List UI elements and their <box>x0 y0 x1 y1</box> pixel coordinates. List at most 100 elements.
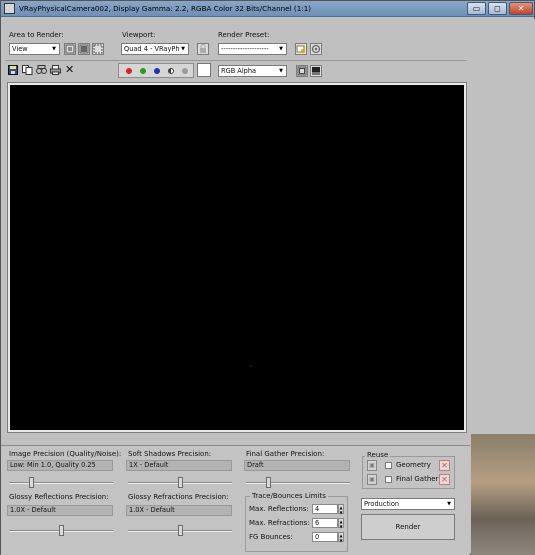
max-refractions-spinner[interactable]: 6 ▲ ▼ <box>312 518 344 529</box>
clear-image-button[interactable]: ✕ <box>65 63 75 76</box>
max-refractions-value: 6 <box>315 519 320 527</box>
chevron-down-icon: ▼ <box>447 501 451 507</box>
slider-thumb[interactable] <box>266 477 271 488</box>
area-to-render-dropdown[interactable]: View ▼ <box>9 43 60 55</box>
reuse-group: Reuse ▣ Geometry ✕ ▣ Final Gather ✕ <box>362 451 455 489</box>
auto-region-button[interactable] <box>78 43 90 55</box>
final-gather-reuse-label: Final Gather <box>396 475 439 483</box>
window-title: VRayPhysicalCamera002, Display Gamma: 2.… <box>19 4 312 13</box>
glossy-reflections-slider[interactable] <box>9 525 113 537</box>
spinner-arrows-icon[interactable]: ▲ ▼ <box>338 504 344 515</box>
fg-bounces-value: 0 <box>315 533 320 541</box>
area-to-render-label: Area to Render: <box>9 31 64 39</box>
reuse-title: Reuse <box>365 451 391 459</box>
overlay-icon <box>297 66 307 76</box>
spinner-arrows-icon[interactable]: ▲ ▼ <box>338 532 344 543</box>
lock-icon: ▣ <box>369 462 375 469</box>
auto-region-icon <box>79 44 89 54</box>
minimize-button[interactable]: ▭ <box>467 2 486 15</box>
area-to-render-value: View <box>12 45 28 53</box>
slider-track <box>9 482 113 484</box>
fg-bounces-spinner[interactable]: 0 ▲ ▼ <box>312 532 344 543</box>
render-setup-icon <box>296 45 305 53</box>
monochrome-toggle[interactable] <box>182 68 188 74</box>
render-button[interactable]: Render <box>361 514 455 540</box>
green-channel-toggle[interactable] <box>140 68 146 74</box>
render-mode-value: Production <box>364 500 400 508</box>
maximize-button[interactable]: ◻ <box>488 2 507 15</box>
soft-shadows-slider[interactable] <box>128 477 232 489</box>
glossy-reflections-label: Glossy Reflections Precision: <box>9 493 109 501</box>
viewport-dropdown[interactable]: Quad 4 - VRayPh ▼ <box>121 43 189 55</box>
render-preset-label: Render Preset: <box>218 31 270 39</box>
render-preset-dropdown[interactable]: -------------------- ▼ <box>218 43 287 55</box>
final-gather-checkbox[interactable] <box>385 476 392 483</box>
soft-shadows-label: Soft Shadows Precision: <box>128 450 212 458</box>
final-gather-lock-button[interactable]: ▣ <box>367 474 377 485</box>
app-icon <box>4 3 15 14</box>
print-image-button[interactable] <box>50 65 61 75</box>
save-icon <box>8 65 18 75</box>
render-frame-viewport[interactable] <box>7 82 467 433</box>
trace-bounces-group: Trace/Bounces Limits Max. Reflections: 4… <box>245 492 348 552</box>
render-pixel <box>250 365 252 367</box>
chevron-down-icon: ▼ <box>52 46 56 52</box>
render-window: VRayPhysicalCamera002, Display Gamma: 2.… <box>0 0 535 555</box>
render-setup-button[interactable] <box>295 43 307 55</box>
final-gather-clear-button[interactable]: ✕ <box>439 474 450 485</box>
toggle-ui-overlay-button[interactable] <box>296 65 308 77</box>
color-swatch[interactable] <box>197 63 211 77</box>
geometry-clear-button[interactable]: ✕ <box>439 460 450 471</box>
max-reflections-label: Max. Reflections: <box>249 505 309 513</box>
toggle-ui-button[interactable] <box>310 65 322 77</box>
lock-viewport-button[interactable] <box>197 43 209 55</box>
slider-thumb[interactable] <box>29 477 34 488</box>
close-icon: ✕ <box>441 461 448 470</box>
display-channel-dropdown[interactable]: RGB Alpha ▼ <box>218 65 287 77</box>
close-icon: ✕ <box>65 63 75 76</box>
slider-thumb[interactable] <box>59 525 64 536</box>
close-button[interactable]: ✕ <box>509 2 533 15</box>
slider-thumb[interactable] <box>178 477 183 488</box>
spinner-arrows-icon[interactable]: ▲ ▼ <box>338 518 344 529</box>
slider-thumb[interactable] <box>178 525 183 536</box>
close-icon: ✕ <box>441 475 448 484</box>
image-precision-slider[interactable] <box>9 477 113 489</box>
trace-bounces-title: Trace/Bounces Limits <box>250 492 328 500</box>
final-gather-slider[interactable] <box>246 477 350 489</box>
image-precision-label: Image Precision (Quality/Noise): <box>9 450 122 458</box>
lock-icon: ▣ <box>369 476 375 483</box>
region-icon <box>65 44 75 54</box>
red-channel-toggle[interactable] <box>126 68 132 74</box>
copy-image-button[interactable] <box>22 65 33 75</box>
gear-icon <box>311 44 321 54</box>
render-preset-value: -------------------- <box>221 45 269 53</box>
glossy-refractions-slider[interactable] <box>128 525 232 537</box>
render-mode-dropdown[interactable]: Production ▼ <box>361 498 455 510</box>
glossy-refractions-value: 1.0X - Default <box>126 505 232 516</box>
region-mode-button[interactable] <box>92 43 104 55</box>
background-scene-image <box>471 434 535 555</box>
viewport-label: Viewport: <box>122 31 156 39</box>
geometry-lock-button[interactable]: ▣ <box>367 460 377 471</box>
blue-channel-toggle[interactable] <box>154 68 160 74</box>
viewport-value: Quad 4 - VRayPh <box>124 45 180 53</box>
lock-icon <box>200 44 206 53</box>
slider-track <box>246 482 350 484</box>
panel-toggle-icon <box>312 67 320 75</box>
max-reflections-spinner[interactable]: 4 ▲ ▼ <box>312 504 344 515</box>
geometry-checkbox[interactable] <box>385 462 392 469</box>
environment-button[interactable] <box>310 43 322 55</box>
max-refractions-label: Max. Refractions: <box>249 519 310 527</box>
chevron-down-icon: ▼ <box>181 46 185 52</box>
copy-icon <box>22 65 33 75</box>
edit-region-button[interactable] <box>64 43 76 55</box>
alpha-channel-toggle[interactable] <box>168 68 174 74</box>
chevron-down-icon: ▼ <box>279 68 283 74</box>
clone-icon <box>36 65 47 74</box>
image-precision-value: Low: Min 1.0, Quality 0.25 <box>7 460 113 471</box>
save-image-button[interactable] <box>8 65 18 75</box>
fg-bounces-label: FG Bounces: <box>249 533 293 541</box>
soft-shadows-value: 1X - Default <box>126 460 232 471</box>
clone-window-button[interactable] <box>36 65 47 75</box>
